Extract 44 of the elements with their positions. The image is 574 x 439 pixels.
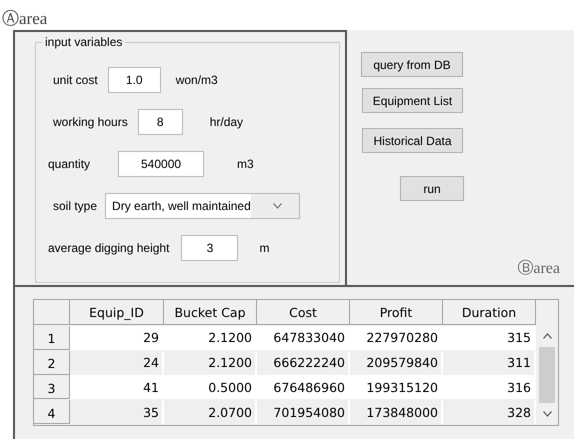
row-number: 4 <box>34 400 70 424</box>
column-header[interactable]: Bucket Cap <box>164 300 257 325</box>
action-button[interactable]: Historical Data <box>362 128 463 153</box>
row-number: 2 <box>34 350 70 375</box>
field-label: working hours <box>53 115 128 129</box>
group-title: input variables <box>42 35 126 49</box>
column-header[interactable]: Duration <box>443 300 536 325</box>
area-label: Ⓑarea <box>517 258 560 279</box>
unit-label: m3 <box>237 157 254 171</box>
table-cell: 647833040 <box>257 326 350 350</box>
row-number: 3 <box>34 375 70 400</box>
scroll-down-icon[interactable] <box>542 411 552 417</box>
scroll-up-icon[interactable] <box>542 333 552 339</box>
action-button[interactable]: Equipment List <box>362 88 463 113</box>
table-cell: 0.5000 <box>164 375 257 400</box>
area-label: Ⓐarea <box>2 8 48 30</box>
table-cell: 227970280 <box>350 326 443 350</box>
table-cell: 41 <box>70 375 164 400</box>
table-cell: 315 <box>443 326 536 350</box>
table-cell: 29 <box>70 326 164 350</box>
unit-label: m <box>259 241 270 255</box>
column-header[interactable]: Equip_ID <box>70 300 164 325</box>
field-label: quantity <box>48 157 90 171</box>
input-field[interactable]: 8 <box>138 109 183 135</box>
action-button[interactable]: query from DB <box>361 52 463 77</box>
input-field[interactable]: 540000 <box>118 151 204 177</box>
field-label: unit cost <box>53 73 98 87</box>
table-cell: 2.1200 <box>164 326 257 350</box>
row-number: 1 <box>34 326 70 350</box>
scrollbar-thumb[interactable] <box>539 347 555 403</box>
unit-label: hr/day <box>210 115 244 129</box>
table-cell: 676486960 <box>257 375 350 400</box>
chevron-down-icon <box>273 203 282 209</box>
action-button[interactable]: run <box>400 176 464 201</box>
field-label: soil type <box>53 199 98 213</box>
field-label: average digging height <box>48 241 170 255</box>
unit-label: won/m3 <box>176 73 218 87</box>
column-header[interactable]: Cost <box>257 300 350 325</box>
input-field[interactable]: 3 <box>181 235 238 261</box>
table-cell: 316 <box>443 375 536 400</box>
dropdown[interactable]: Dry earth, well maintained <box>105 193 300 219</box>
column-header[interactable]: Profit <box>350 300 443 325</box>
input-field[interactable]: 1.0 <box>108 67 161 93</box>
table-cell: 199315120 <box>350 375 443 400</box>
